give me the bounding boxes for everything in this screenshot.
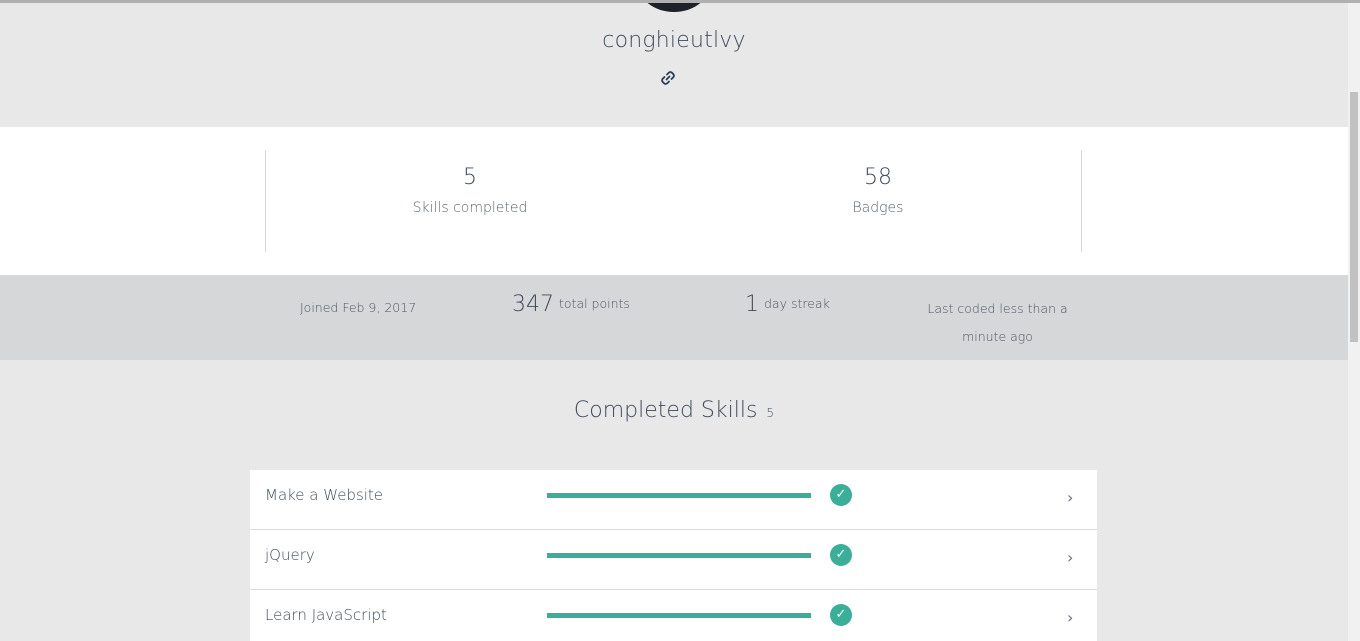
skill-name: Make a Website	[265, 486, 384, 504]
skill-list: Make a Website ✓ › jQuery ✓ › Learn Java…	[250, 470, 1097, 641]
skill-row-make-a-website[interactable]: Make a Website ✓ ›	[250, 470, 1097, 530]
scrollbar-thumb[interactable]	[1350, 92, 1358, 342]
total-points: 347 total points	[512, 292, 630, 317]
username: conghieutlvy	[602, 28, 746, 53]
progress-fill	[547, 493, 811, 498]
skill-row-learn-javascript[interactable]: Learn JavaScript ✓ ›	[250, 590, 1097, 641]
skill-name: Learn JavaScript	[265, 606, 387, 624]
last-coded: Last coded less than a minute ago	[927, 301, 1068, 344]
chevron-right-icon[interactable]: ›	[1067, 548, 1073, 567]
points-label: total points	[559, 296, 630, 311]
stats-box: 5 Skills completed 58 Badges	[265, 150, 1082, 252]
link-icon[interactable]	[660, 70, 676, 86]
progress-bar	[547, 613, 811, 618]
completed-skills-count: 5	[766, 406, 775, 420]
badges-count: 58	[864, 165, 892, 190]
vertical-scrollbar[interactable]	[1348, 0, 1360, 641]
check-circle-icon: ✓	[830, 604, 852, 626]
progress-fill	[547, 613, 811, 618]
joined-date: Joined Feb 9, 2017	[300, 300, 417, 315]
check-circle-icon: ✓	[830, 544, 852, 566]
chevron-right-icon[interactable]: ›	[1067, 488, 1073, 507]
progress-bar	[547, 553, 811, 558]
stat-badges[interactable]: 58 Badges	[674, 165, 1082, 216]
badges-label: Badges	[852, 200, 904, 216]
skill-row-jquery[interactable]: jQuery ✓ ›	[250, 530, 1097, 590]
completed-skills-heading: Completed Skills 5	[0, 398, 1348, 423]
top-border	[0, 0, 1360, 3]
info-bar: Joined Feb 9, 2017 347 total points 1 day …	[0, 275, 1348, 360]
skills-completed-count: 5	[463, 165, 477, 190]
progress-bar	[547, 493, 811, 498]
stats-panel: 5 Skills completed 58 Badges	[0, 127, 1348, 275]
points-value: 347	[512, 292, 554, 317]
chevron-right-icon[interactable]: ›	[1067, 608, 1073, 627]
profile-header: conghieutlvy	[0, 0, 1348, 127]
profile-page: conghieutlvy 5 Skills completed 58 Badge…	[0, 0, 1348, 641]
skills-completed-label: Skills completed	[412, 200, 528, 216]
stat-skills-completed: 5 Skills completed	[266, 165, 674, 216]
day-streak: 1 day streak	[745, 292, 830, 317]
check-circle-icon: ✓	[830, 484, 852, 506]
streak-value: 1	[745, 292, 759, 317]
skill-name: jQuery	[265, 546, 315, 564]
completed-skills-title: Completed Skills	[573, 398, 758, 423]
progress-fill	[547, 553, 811, 558]
streak-label: day streak	[764, 296, 830, 311]
